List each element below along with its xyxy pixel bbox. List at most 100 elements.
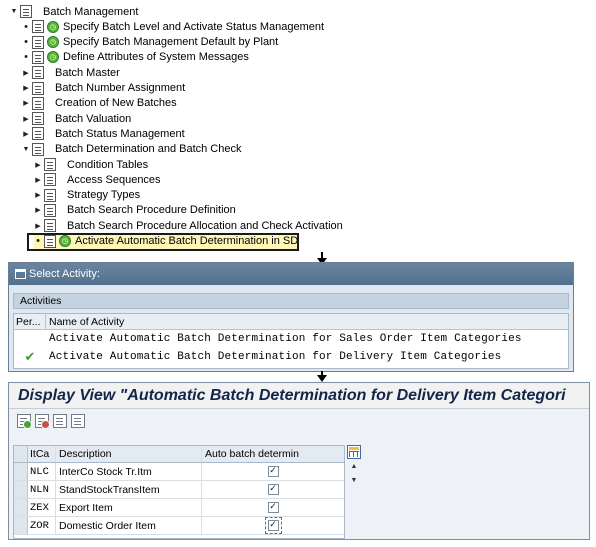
col-auto-batch[interactable]: Auto batch determin: [202, 446, 344, 462]
dialog-title: Select Activity:: [29, 268, 100, 280]
itca-cell: ZOR: [28, 517, 56, 534]
row-selector[interactable]: [14, 481, 28, 498]
activity-row-sales-order[interactable]: Activate Automatic Batch Determination f…: [14, 330, 568, 348]
collapse-arrow-icon[interactable]: ▶: [34, 161, 42, 169]
table-row[interactable]: ZOR Domestic Order Item ✓: [14, 517, 344, 535]
document-icon: [32, 66, 44, 80]
col-activity-name[interactable]: Name of Activity: [46, 314, 568, 329]
table-header: ItCa Description Auto batch determin: [14, 446, 344, 463]
tree-node[interactable]: ▼ Batch Management: [10, 4, 138, 19]
description-cell: Export Item: [56, 499, 202, 516]
collapse-arrow-icon[interactable]: ▶: [22, 130, 30, 138]
itca-cell: ZEX: [28, 499, 56, 516]
col-itca[interactable]: ItCa: [28, 446, 56, 462]
tree-node[interactable]: • ◷ Define Attributes of System Messages: [22, 50, 249, 65]
auto-batch-checkbox[interactable]: ✓: [264, 517, 282, 534]
collapse-arrow-icon[interactable]: ▶: [22, 69, 30, 77]
auto-batch-checkbox[interactable]: ✓: [267, 466, 279, 477]
bullet-icon[interactable]: •: [22, 36, 30, 48]
tree-node[interactable]: ▶ Batch Number Assignment: [22, 81, 185, 96]
document-icon: [32, 50, 44, 64]
tree-node[interactable]: ▶ Condition Tables: [34, 157, 148, 172]
tree-node-label: Batch Master: [55, 66, 120, 79]
deselect-all-icon[interactable]: [71, 414, 85, 428]
select-all-icon[interactable]: [53, 414, 67, 428]
document-icon: [32, 112, 44, 126]
collapse-arrow-icon[interactable]: ▶: [22, 99, 30, 107]
activities-table-header: Per... Name of Activity: [14, 314, 568, 330]
document-icon: [32, 81, 44, 95]
scroll-up-icon[interactable]: ▲: [347, 459, 361, 473]
bullet-icon[interactable]: •: [22, 51, 30, 63]
details-icon[interactable]: [17, 414, 32, 429]
tree-node[interactable]: ▼ Batch Determination and Batch Check: [22, 142, 242, 157]
view-toolbar: [9, 409, 589, 433]
description-cell: InterCo Stock Tr.Itm: [56, 463, 202, 480]
tree-node-label: Batch Status Management: [55, 127, 185, 140]
row-selector[interactable]: [14, 517, 28, 534]
tree-node[interactable]: ▶ Creation of New Batches: [22, 96, 177, 111]
dialog-title-bar: Select Activity:: [9, 263, 573, 285]
scroll-down-icon[interactable]: ▼: [347, 473, 361, 487]
document-icon: [44, 173, 56, 187]
view-title: Display View "Automatic Batch Determinat…: [9, 383, 589, 409]
table-row[interactable]: ZEX Export Item ✓: [14, 499, 344, 517]
document-icon: [32, 20, 44, 34]
execute-icon[interactable]: ◷: [47, 51, 59, 64]
tree-node-label: Batch Valuation: [55, 112, 132, 125]
delete-icon[interactable]: [35, 414, 50, 429]
tree-node[interactable]: ▶ Batch Master: [22, 65, 120, 80]
tree-node-label: Specify Batch Level and Activate Status …: [63, 20, 325, 33]
collapse-arrow-icon[interactable]: ▶: [34, 206, 42, 214]
tab-activities[interactable]: Activities: [13, 293, 569, 309]
row-selector[interactable]: [14, 463, 28, 480]
document-icon: [44, 219, 56, 233]
select-all-cell[interactable]: [14, 446, 28, 462]
tree-node[interactable]: • ◷ Specify Batch Level and Activate Statu…: [22, 19, 324, 34]
auto-batch-checkbox[interactable]: ✓: [267, 502, 279, 513]
execute-icon[interactable]: ◷: [47, 36, 59, 49]
display-view-window: Display View "Automatic Batch Determinat…: [8, 382, 590, 540]
tree-node-label: Batch Number Assignment: [55, 82, 186, 94]
itca-cell: NLN: [28, 481, 56, 498]
scrollbar-track[interactable]: [347, 487, 361, 537]
activity-row-delivery[interactable]: ✔ Activate Automatic Batch Determination…: [14, 348, 568, 366]
table-settings-icon[interactable]: [347, 445, 361, 459]
description-cell: Domestic Order Item: [56, 517, 202, 534]
select-activity-dialog: Select Activity: Activities Per... Name …: [8, 262, 574, 372]
tree-node[interactable]: ▶ Strategy Types: [34, 188, 140, 203]
flow-arrow-1: [317, 252, 327, 265]
collapse-arrow-icon[interactable]: ▶: [34, 191, 42, 199]
tree-node-label: Batch Search Procedure Allocation and Ch…: [67, 219, 343, 232]
tree-node[interactable]: ▶ Batch Search Procedure Allocation and C…: [34, 218, 343, 233]
activity-name: Activate Automatic Batch Determination f…: [49, 351, 502, 363]
tree-node[interactable]: • ◷ Specify Batch Management Default by Pl…: [22, 35, 278, 50]
table-row[interactable]: NLC InterCo Stock Tr.Itm ✓: [14, 463, 344, 481]
tree-node-label: Define Attributes of System Messages: [63, 51, 249, 64]
img-tree: ▼ Batch Management • ◷ Specify Batch Level a…: [8, 4, 343, 254]
table-row[interactable]: NLN StandStockTransItem ✓: [14, 481, 344, 499]
tree-node-label: Batch Determination and Batch Check: [55, 143, 242, 156]
expand-arrow-icon[interactable]: ▼: [10, 8, 18, 15]
flow-arrow-2: [317, 371, 327, 382]
done-check-icon: ✔: [24, 349, 36, 365]
tree-node[interactable]: ▶ Batch Valuation: [22, 111, 131, 126]
expand-arrow-icon[interactable]: ▼: [22, 146, 30, 153]
auto-batch-checkbox[interactable]: ✓: [267, 484, 279, 495]
collapse-arrow-icon[interactable]: ▶: [34, 222, 42, 230]
collapse-arrow-icon[interactable]: ▶: [22, 115, 30, 123]
row-selector[interactable]: [14, 499, 28, 516]
tree-node[interactable]: ▶ Batch Status Management: [22, 126, 185, 141]
collapse-arrow-icon[interactable]: ▶: [34, 176, 42, 184]
col-performed[interactable]: Per...: [14, 314, 46, 329]
tree-node[interactable]: ▶ Access Sequences: [34, 172, 161, 187]
collapse-arrow-icon[interactable]: ▶: [22, 84, 30, 92]
col-description[interactable]: Description: [56, 446, 202, 462]
execute-icon[interactable]: ◷: [47, 20, 59, 33]
tree-node-label: Batch Management: [43, 5, 139, 18]
description-cell: StandStockTransItem: [56, 481, 202, 498]
bullet-icon[interactable]: •: [22, 21, 30, 33]
tab-activities-label: Activities: [20, 295, 62, 307]
document-icon: [32, 96, 44, 110]
tree-node[interactable]: ▶ Batch Search Procedure Definition: [34, 203, 236, 218]
